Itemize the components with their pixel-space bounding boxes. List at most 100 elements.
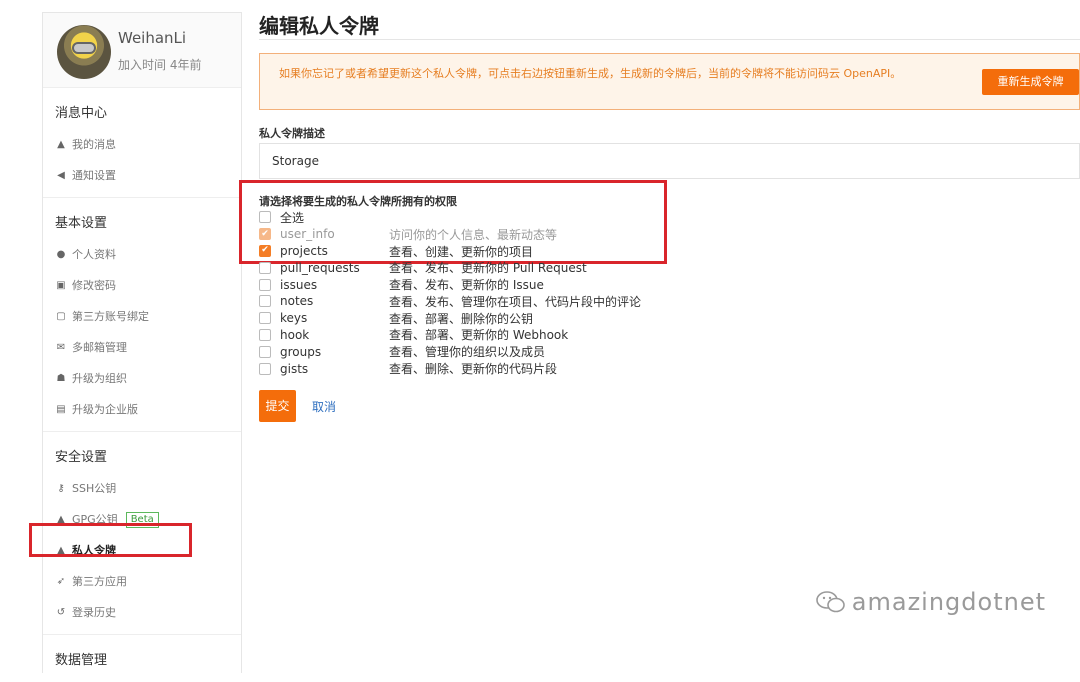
join-time: 加入时间 4年前 <box>118 58 202 72</box>
group-icon: ☗ <box>56 373 66 384</box>
submit-button[interactable]: 提交 <box>259 390 296 422</box>
sidebar-item-label: 我的消息 <box>72 138 116 151</box>
sidebar-item-label: 修改密码 <box>72 279 116 292</box>
permission-row-pull-requests[interactable]: pull_requests 查看、发布、更新你的 Pull Request <box>259 259 641 276</box>
sidebar-item[interactable]: ▲ 我的消息 <box>43 129 241 160</box>
permission-description: 查看、部署、删除你的公钥 <box>389 311 534 326</box>
permission-description: 查看、部署、更新你的 Webhook <box>389 328 569 343</box>
sidebar-item-label: 登录历史 <box>72 606 116 619</box>
permission-checkbox[interactable] <box>259 328 271 341</box>
lock-icon: ▲ <box>57 514 65 525</box>
sidebar-section: 消息中心 ▲ 我的消息 ◀ 通知设置 <box>43 88 241 198</box>
user-icon: ● <box>56 249 66 260</box>
sidebar-item-label: 升级为企业版 <box>72 403 138 416</box>
sidebar-item-label: 私人令牌 <box>72 544 116 557</box>
permission-row-user-info[interactable]: ✔ user_info 访问你的个人信息、最新动态等 <box>259 226 641 243</box>
building-icon: ▤ <box>56 404 66 415</box>
sidebar-item-label: 第三方应用 <box>72 575 127 588</box>
sidebar-item[interactable]: ▲ GPG公钥 Beta <box>43 504 241 535</box>
permission-name: issues <box>280 277 318 292</box>
token-icon: ▲ <box>57 545 65 556</box>
permission-name: user_info <box>280 227 335 242</box>
permission-description: 查看、删除、更新你的代码片段 <box>389 362 558 377</box>
username[interactable]: WeihanLi <box>118 29 186 47</box>
permission-name: projects <box>280 243 328 258</box>
permissions-label: 请选择将要生成的私人令牌所拥有的权限 <box>259 195 457 208</box>
sidebar-item[interactable]: ✉ 多邮箱管理 <box>43 332 241 363</box>
sidebar-item[interactable]: ⚷ SSH公钥 <box>43 473 241 504</box>
warning-text: 如果你忘记了或者希望更新这个私人令牌，可点击右边按钮重新生成，生成新的令牌后，当… <box>279 67 902 80</box>
permission-description: 查看、发布、更新你的 Pull Request <box>389 261 587 276</box>
sidebar-item[interactable]: ◀ 通知设置 <box>43 160 241 191</box>
form-actions: 提交 取消 <box>259 390 336 422</box>
wechat-icon <box>815 591 845 613</box>
permission-row-hook[interactable]: hook 查看、部署、更新你的 Webhook <box>259 327 641 344</box>
permission-name: gists <box>280 361 309 376</box>
bell-icon: ▲ <box>57 139 65 150</box>
permission-checkbox[interactable] <box>259 261 271 274</box>
permission-name: notes <box>280 294 314 309</box>
description-input[interactable]: Storage <box>259 143 1080 179</box>
envelope-icon: ✉ <box>56 342 66 353</box>
sidebar-item[interactable]: ▣ 修改密码 <box>43 270 241 301</box>
permission-description: 查看、发布、管理你在项目、代码片段中的评论 <box>389 294 642 309</box>
sidebar-section-title: 基本设置 <box>55 216 108 231</box>
warning-box: 如果你忘记了或者希望更新这个私人令牌，可点击右边按钮重新生成，生成新的令牌后，当… <box>259 53 1080 110</box>
permission-name: groups <box>280 344 322 359</box>
sidebar-item-label: 个人资料 <box>72 248 116 261</box>
page-title: 编辑私人令牌 <box>259 14 379 38</box>
select-all-row[interactable]: 全选 <box>259 209 641 226</box>
permission-checkbox[interactable] <box>259 312 271 325</box>
cancel-link[interactable]: 取消 <box>312 398 336 415</box>
sidebar-item[interactable]: ➶ 第三方应用 <box>43 566 241 597</box>
sidebar-item-label: 升级为组织 <box>72 372 127 385</box>
profile-card: WeihanLi 加入时间 4年前 <box>43 13 241 88</box>
permission-checkbox: ✔ <box>259 228 271 241</box>
permission-checkbox[interactable] <box>259 295 271 308</box>
sidebar-item[interactable]: ▢ 第三方账号绑定 <box>43 301 241 332</box>
permission-checkbox[interactable] <box>259 345 271 358</box>
sidebar-item[interactable]: ☗ 升级为组织 <box>43 363 241 394</box>
unlock-icon: ▣ <box>56 280 66 291</box>
sidebar-item-label: 多邮箱管理 <box>72 341 127 354</box>
watermark-text: amazingdotnet <box>851 588 1046 616</box>
watermark: amazingdotnet <box>815 588 1046 616</box>
sidebar-section: 基本设置 ● 个人资料 ▣ 修改密码 ▢ 第三方账号绑定 ✉ 多邮箱管理 ☗ 升级为组织 ▤ 升级为企业… <box>43 198 241 432</box>
id-card-icon: ▢ <box>56 311 66 322</box>
sidebar-section: 数据管理 <box>43 635 241 682</box>
sidebar-item-label: 第三方账号绑定 <box>72 310 149 323</box>
sidebar: WeihanLi 加入时间 4年前 消息中心 ▲ 我的消息 ◀ 通知设置基本设置 ● 个人资… <box>42 12 242 673</box>
permission-row-notes[interactable]: notes 查看、发布、管理你在项目、代码片段中的评论 <box>259 293 641 310</box>
permission-name: pull_requests <box>280 260 360 275</box>
sidebar-section: 安全设置 ⚷ SSH公钥 ▲ GPG公钥 Beta ▲ 私人令牌 ➶ 第三方应用 ↺ 登录历史 <box>43 432 241 635</box>
permission-checkbox[interactable]: ✔ <box>259 244 271 257</box>
sidebar-item[interactable]: ▤ 升级为企业版 <box>43 394 241 425</box>
sidebar-item[interactable]: ● 个人资料 <box>43 239 241 270</box>
permission-row-groups[interactable]: groups 查看、管理你的组织以及成员 <box>259 343 641 360</box>
permission-checkbox[interactable] <box>259 278 271 291</box>
sidebar-item-label: GPG公钥 <box>72 513 118 526</box>
permission-name: hook <box>280 327 310 342</box>
permission-description: 查看、管理你的组织以及成员 <box>389 345 546 360</box>
beta-badge: Beta <box>125 511 159 528</box>
permission-checkbox[interactable] <box>259 362 271 375</box>
sidebar-section-title: 消息中心 <box>55 106 108 121</box>
permission-description: 查看、发布、更新你的 Issue <box>389 278 544 293</box>
sidebar-section-title: 安全设置 <box>55 450 108 465</box>
speaker-icon: ◀ <box>57 170 65 181</box>
sidebar-item[interactable]: ↺ 登录历史 <box>43 597 241 628</box>
permission-row-keys[interactable]: keys 查看、部署、删除你的公钥 <box>259 310 641 327</box>
sidebar-item-label: SSH公钥 <box>72 482 117 495</box>
permission-description: 查看、创建、更新你的项目 <box>389 244 534 259</box>
avatar[interactable] <box>57 25 111 79</box>
permission-name: keys <box>280 311 308 326</box>
description-label: 私人令牌描述 <box>259 127 325 140</box>
select-all-label: 全选 <box>280 210 305 225</box>
regenerate-token-button[interactable]: 重新生成令牌 <box>982 69 1079 95</box>
permission-row-gists[interactable]: gists 查看、删除、更新你的代码片段 <box>259 360 641 377</box>
permission-row-projects[interactable]: ✔ projects 查看、创建、更新你的项目 <box>259 243 641 260</box>
select-all-checkbox[interactable] <box>259 211 271 224</box>
sidebar-item[interactable]: ▲ 私人令牌 <box>43 535 241 566</box>
permission-row-issues[interactable]: issues 查看、发布、更新你的 Issue <box>259 276 641 293</box>
rocket-icon: ➶ <box>56 576 66 587</box>
